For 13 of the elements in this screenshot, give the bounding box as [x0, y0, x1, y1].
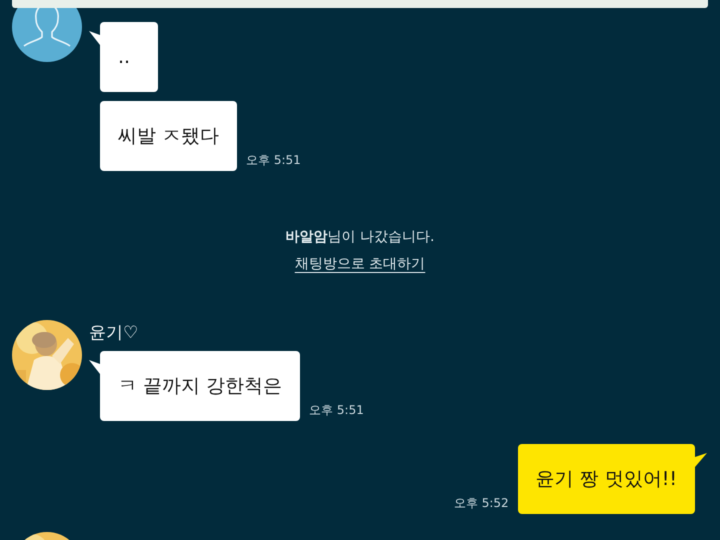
message-time: 오후 5:52 [454, 495, 509, 512]
message-bubble: 씨발 ㅈ됐다 [100, 101, 238, 171]
bubble-tail [695, 453, 707, 467]
sender-name: 윤기♡ [89, 323, 140, 343]
message-time: 오후 5:51 [246, 152, 301, 169]
message-bubble: ㅋ 끝까지 강한척은 [100, 351, 300, 421]
message-bubble: 윤기 짱 멋있어!! [518, 444, 695, 514]
bubble-tail [89, 31, 100, 45]
bubble-tail [89, 360, 100, 374]
invite-link[interactable]: 채팅방으로 초대하기 [294, 254, 426, 274]
system-message: 바알암님이 나갔습니다. [286, 228, 434, 246]
message-time: 오후 5:51 [309, 402, 364, 419]
message-bubble: .. [100, 22, 158, 92]
